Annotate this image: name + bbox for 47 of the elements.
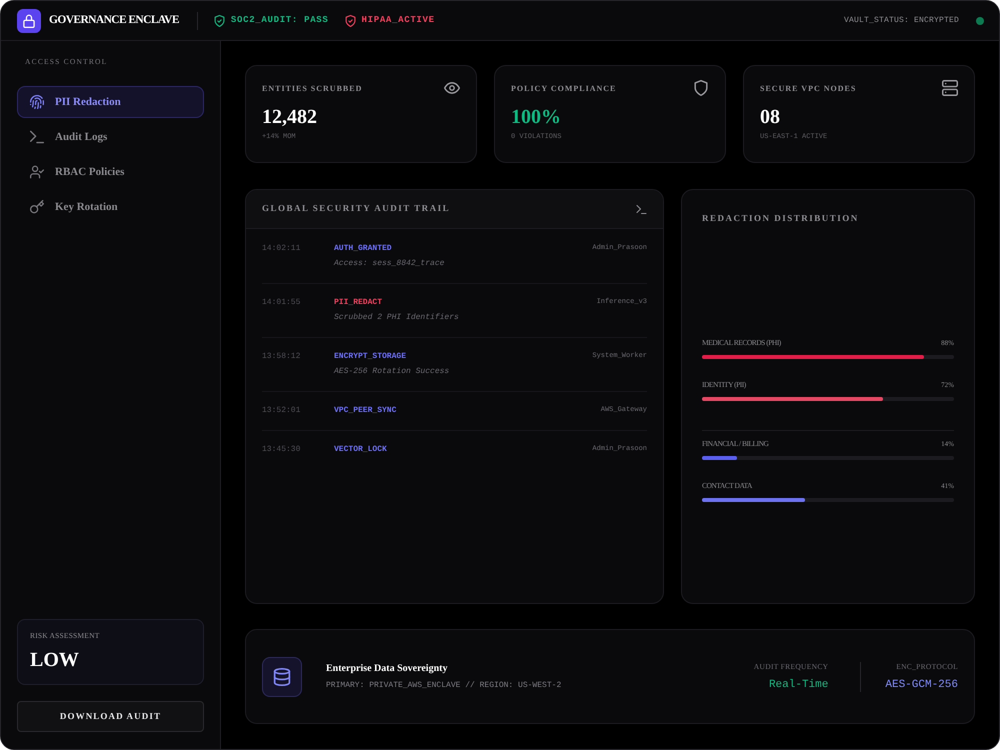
- log-time: 13:45:30: [262, 444, 302, 456]
- shield-check-icon: [214, 14, 225, 26]
- log-time: 14:01:55: [262, 297, 302, 309]
- log-event: ENCRYPT_STORAGE: [334, 351, 408, 363]
- sovereignty-title: Enterprise Data Sovereignty: [326, 662, 448, 674]
- log-event: AUTH_GRANTED: [334, 243, 393, 255]
- stat-value: 100%: [511, 106, 562, 128]
- lock-icon: [17, 8, 41, 32]
- nav-item[interactable]: RBAC Policies: [17, 156, 204, 188]
- nav-item[interactable]: Key Rotation: [17, 191, 204, 223]
- stat-value: 12,482: [262, 106, 318, 128]
- sovereignty-detail: PRIMARY: PRIVATE_AWS_ENCLAVE // REGION: US-WEST-2: [326, 680, 562, 690]
- stat-label: SECURE VPC NODES: [760, 84, 856, 94]
- vault-status-text: VAULT_STATUS: ENCRYPTED: [844, 14, 959, 26]
- log-event: VPC_PEER_SYNC: [334, 405, 396, 417]
- database-icon: [262, 656, 302, 696]
- shield-check-icon: [344, 14, 356, 26]
- log-detail: Access: sess_8842_trace: [334, 258, 444, 270]
- app-title: GOVERNANCE ENCLAVE: [49, 12, 179, 28]
- log-detail: AES-256 Rotation Success: [334, 366, 450, 378]
- nav-item[interactable]: Audit Logs: [17, 121, 204, 153]
- stat-label: ENTITIES SCRUBBED: [262, 84, 362, 94]
- log-event: VECTOR_LOCK: [334, 444, 387, 456]
- log-time: 14:02:11: [262, 243, 302, 255]
- download-button[interactable]: DOWNLOAD AUDIT: [17, 701, 204, 732]
- log-time: 13:58:12: [262, 351, 302, 363]
- terminal-icon: [636, 204, 647, 214]
- metric-value: Real-Time: [768, 678, 828, 692]
- log-detail: Scrubbed 2 PHI Identifiers: [334, 312, 459, 324]
- shield-icon: [693, 80, 709, 96]
- server-icon: [942, 80, 958, 96]
- panel-title: GLOBAL SECURITY AUDIT TRAIL: [262, 202, 450, 216]
- key-icon: [30, 200, 44, 214]
- fingerprint-icon: [30, 95, 44, 109]
- status-label: SOC2_AUDIT: PASS: [230, 14, 329, 27]
- nav-item[interactable]: PII Redaction: [17, 86, 204, 118]
- log-event: PII_REDACT: [334, 297, 384, 309]
- eye-icon: [444, 80, 460, 96]
- panel-title: REDACTION DISTRIBUTION: [702, 212, 860, 225]
- metric-value: AES-GCM-256: [885, 678, 958, 692]
- stat-label: POLICY COMPLIANCE: [511, 84, 616, 94]
- status-label: HIPAA_ACTIVE: [362, 14, 435, 27]
- stat-value: 08: [760, 106, 781, 128]
- terminal-icon: [30, 130, 44, 144]
- user-check-icon: [30, 165, 44, 179]
- log-time: 13:52:01: [262, 405, 302, 417]
- risk-value: LOW: [30, 649, 80, 671]
